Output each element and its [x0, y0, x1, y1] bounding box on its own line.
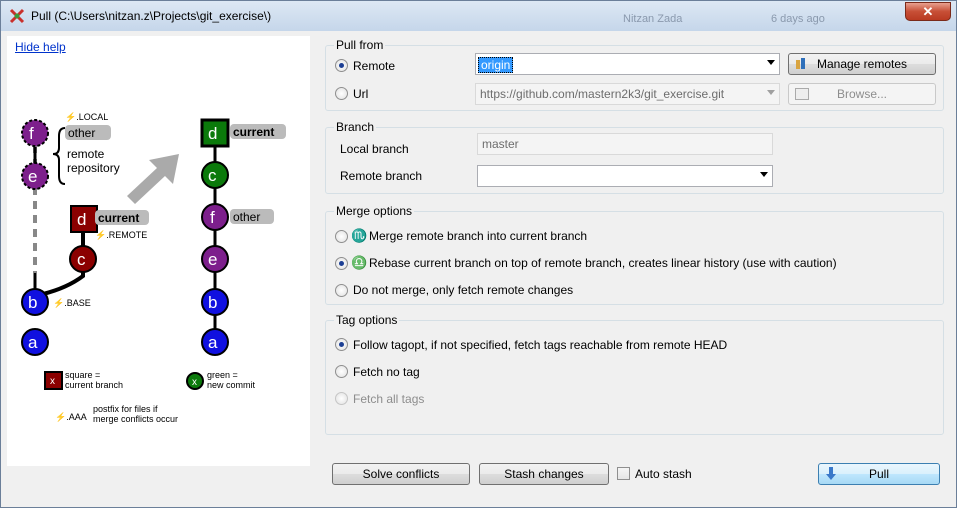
legend-aaa-line1: postfix for files if — [93, 404, 158, 414]
pull-from-title: Pull from — [334, 38, 386, 52]
legend-aaa-line2: merge conflicts occur — [93, 414, 178, 424]
rebase-radio[interactable] — [335, 257, 348, 270]
remote-combo-value: origin — [478, 57, 514, 73]
node-f — [21, 119, 49, 147]
chevron-down-icon — [760, 172, 768, 177]
node-label-b: b — [208, 293, 217, 312]
node-label-f: f — [210, 208, 215, 227]
local-branch-label: Local branch — [340, 142, 409, 156]
fetch-all-tags-label: Fetch all tags — [353, 392, 425, 406]
window-title: Pull (C:\Users\nitzan.z\Projects\git_exe… — [31, 9, 272, 23]
node-label-e: e — [28, 167, 37, 186]
current-tag: current — [98, 211, 139, 225]
pull-button[interactable]: Pull — [818, 463, 940, 485]
legend-square-line1: square = — [65, 370, 100, 380]
background-text: Nitzan Zada — [623, 13, 683, 25]
node-label-b: b — [28, 293, 37, 312]
merge-options-title: Merge options — [334, 204, 415, 218]
close-icon: ✕ — [922, 4, 934, 19]
merge-radio[interactable] — [335, 230, 348, 243]
local-branch-field[interactable]: master — [477, 133, 773, 155]
remote-combo[interactable]: origin — [475, 53, 780, 75]
remote-radio[interactable] — [335, 59, 348, 72]
arrow-icon — [127, 154, 179, 204]
pull-label: Pull — [868, 467, 889, 481]
browse-button[interactable]: Browse... — [788, 83, 936, 105]
solve-conflicts-label: Solve conflicts — [362, 467, 440, 481]
remote-branch-label: Remote branch — [340, 169, 423, 183]
follow-tagopt-label: Follow tagopt, if not specified, fetch t… — [353, 338, 728, 352]
fetch-only-label: Do not merge, only fetch remote changes — [353, 283, 574, 297]
legend-square-line2: current branch — [65, 380, 123, 390]
merge-icon: ♏ — [351, 228, 368, 243]
url-combo-value: https://github.com/mastern2k3/git_exerci… — [480, 87, 725, 101]
help-panel: Hide help f e d c b a ⚡.LOCAL other remo… — [7, 36, 310, 466]
stash-changes-button[interactable]: Stash changes — [479, 463, 609, 485]
node-label-a: a — [208, 333, 218, 352]
current-tag-right: current — [233, 125, 274, 139]
pull-arrow-icon — [825, 467, 837, 481]
chevron-down-icon — [767, 60, 775, 65]
rebase-icon: ♎ — [351, 255, 368, 270]
fetch-all-tags-radio[interactable] — [335, 392, 348, 405]
other-tag-right: other — [233, 210, 260, 224]
git-extensions-icon — [9, 8, 25, 24]
node-label-c: c — [77, 250, 86, 269]
solve-conflicts-button[interactable]: Solve conflicts — [332, 463, 470, 485]
url-label: Url — [353, 87, 369, 101]
node-label-c: c — [208, 166, 217, 185]
merge-option-label: Merge remote branch into current branch — [369, 229, 588, 243]
remote-label: remote — [67, 147, 105, 161]
pull-dialog: Pull (C:\Users\nitzan.z\Projects\git_exe… — [0, 0, 957, 508]
legend-aaa-tag: ⚡.AAA — [55, 411, 87, 423]
remote-label: Remote — [353, 59, 396, 73]
node-label-e: e — [208, 250, 217, 269]
help-diagram: f e d c b a ⚡.LOCAL other remote reposit… — [21, 111, 286, 424]
node-label-d: d — [77, 210, 86, 229]
fetch-no-tag-radio[interactable] — [335, 365, 348, 378]
title-bar: Pull (C:\Users\nitzan.z\Projects\git_exe… — [1, 1, 956, 31]
remote-tag: ⚡.REMOTE — [95, 229, 147, 241]
url-combo[interactable]: https://github.com/mastern2k3/git_exerci… — [475, 83, 780, 105]
other-tag: other — [68, 126, 95, 140]
remote-branch-combo[interactable] — [477, 165, 773, 187]
node-f-right — [201, 203, 229, 231]
node-label-a: a — [28, 333, 38, 352]
background-text: 6 days ago — [771, 13, 825, 25]
chevron-down-icon — [767, 90, 775, 95]
local-tag: ⚡.LOCAL — [65, 111, 108, 123]
auto-stash-label: Auto stash — [635, 467, 692, 481]
url-radio[interactable] — [335, 87, 348, 100]
stash-changes-label: Stash changes — [504, 467, 584, 481]
legend-green-line2: new commit — [207, 380, 256, 390]
fetch-only-radio[interactable] — [335, 284, 348, 297]
branch-title: Branch — [334, 120, 377, 134]
auto-stash-checkbox[interactable] — [617, 467, 630, 480]
folder-icon — [795, 88, 809, 100]
repository-label: repository — [67, 161, 120, 175]
close-button[interactable]: ✕ — [905, 2, 951, 21]
node-label-d: d — [208, 124, 217, 143]
manage-remotes-button[interactable]: Manage remotes — [788, 53, 936, 75]
tag-options-title: Tag options — [334, 313, 400, 327]
local-branch-value: master — [482, 137, 519, 151]
brace-icon — [52, 127, 66, 185]
legend-x: x — [50, 376, 55, 387]
manage-remotes-label: Manage remotes — [816, 57, 908, 71]
fetch-no-tag-label: Fetch no tag — [353, 365, 420, 379]
legend-x: x — [192, 377, 197, 388]
legend-green-line1: green = — [207, 370, 238, 380]
browse-label: Browse... — [836, 87, 887, 101]
base-tag: ⚡.BASE — [53, 297, 91, 309]
node-label-f: f — [29, 124, 34, 143]
remotes-icon — [795, 57, 809, 71]
rebase-option-label: Rebase current branch on top of remote b… — [369, 256, 837, 270]
follow-tagopt-radio[interactable] — [335, 338, 348, 351]
